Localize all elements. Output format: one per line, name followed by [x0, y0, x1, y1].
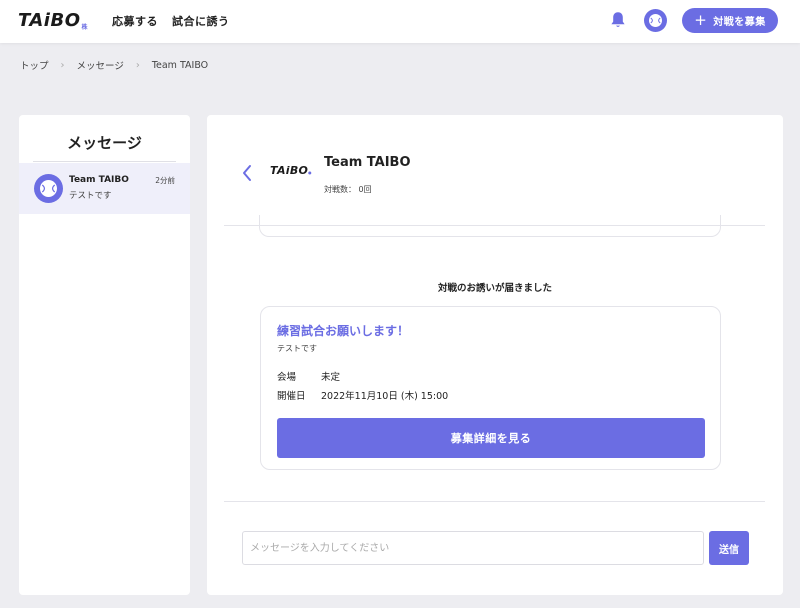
- send-button[interactable]: 送信: [709, 531, 749, 565]
- recruit-match-label: 対戦を募集: [713, 17, 766, 28]
- breadcrumb: トップ › メッセージ › Team TAIBO: [0, 45, 800, 85]
- baseball-icon: [649, 14, 662, 27]
- message-sidebar: メッセージ Team TAIBO 2分前 テストです: [19, 115, 190, 595]
- chevron-right-icon: ›: [135, 59, 140, 71]
- conversation-preview: テストです: [69, 191, 112, 201]
- invite-card: 練習試合お願いします！ テストです 会場 未定 開催日 2022年11月10日 (木…: [260, 306, 721, 470]
- conversation-avatar: [34, 174, 63, 203]
- nav-apply[interactable]: 応募する: [112, 13, 158, 29]
- chevron-right-icon: ›: [60, 59, 65, 71]
- bell-icon[interactable]: [610, 11, 626, 29]
- conversation-time: 2分前: [155, 176, 175, 185]
- venue-label: 会場: [277, 372, 297, 383]
- venue-value: 未定: [321, 372, 341, 383]
- recruit-match-button[interactable]: + 対戦を募集: [682, 8, 778, 33]
- invite-title: 練習試合お願いします！: [277, 324, 410, 338]
- logo[interactable]: TAiBO株: [18, 10, 88, 31]
- date-row: 開催日 2022年11月10日 (木) 15:00: [277, 388, 448, 402]
- venue-row: 会場 未定: [277, 369, 340, 383]
- invite-notice: 対戦のお誘いが届きました: [437, 283, 552, 294]
- user-avatar[interactable]: [644, 9, 667, 32]
- conversation-name: Team TAIBO: [69, 175, 129, 185]
- date-value: 2022年11月10日 (木) 15:00: [321, 391, 449, 402]
- invite-message: テストです: [277, 344, 317, 353]
- conversation-item[interactable]: Team TAIBO 2分前 テストです: [19, 163, 190, 214]
- plus-icon: +: [694, 11, 708, 29]
- logo-sub: 株: [81, 24, 89, 31]
- breadcrumb-messages[interactable]: メッセージ: [77, 58, 124, 72]
- sidebar-title: メッセージ: [67, 134, 142, 152]
- breadcrumb-current: Team TAIBO: [151, 59, 209, 71]
- header: TAiBO株 応募する 試合に誘う + 対戦を募集: [0, 0, 800, 43]
- nav-invite-match[interactable]: 試合に誘う: [172, 13, 230, 29]
- view-details-button[interactable]: 募集詳細を見る: [277, 418, 705, 458]
- baseball-icon: [40, 180, 57, 197]
- previous-message-card: [259, 215, 721, 237]
- breadcrumb-top[interactable]: トップ: [20, 58, 49, 72]
- team-name: Team TAIBO: [324, 155, 411, 170]
- sidebar-divider: [33, 161, 176, 162]
- team-logo: TAiBO●: [270, 164, 312, 177]
- chat-panel: TAiBO● Team TAIBO 対戦数： 0回 対戦のお誘いが届きました 練…: [207, 115, 783, 595]
- date-label: 開催日: [277, 391, 306, 402]
- message-input[interactable]: [242, 531, 704, 565]
- input-divider: [224, 501, 765, 502]
- chevron-left-icon[interactable]: [240, 162, 254, 184]
- team-stats: 対戦数： 0回: [324, 185, 372, 194]
